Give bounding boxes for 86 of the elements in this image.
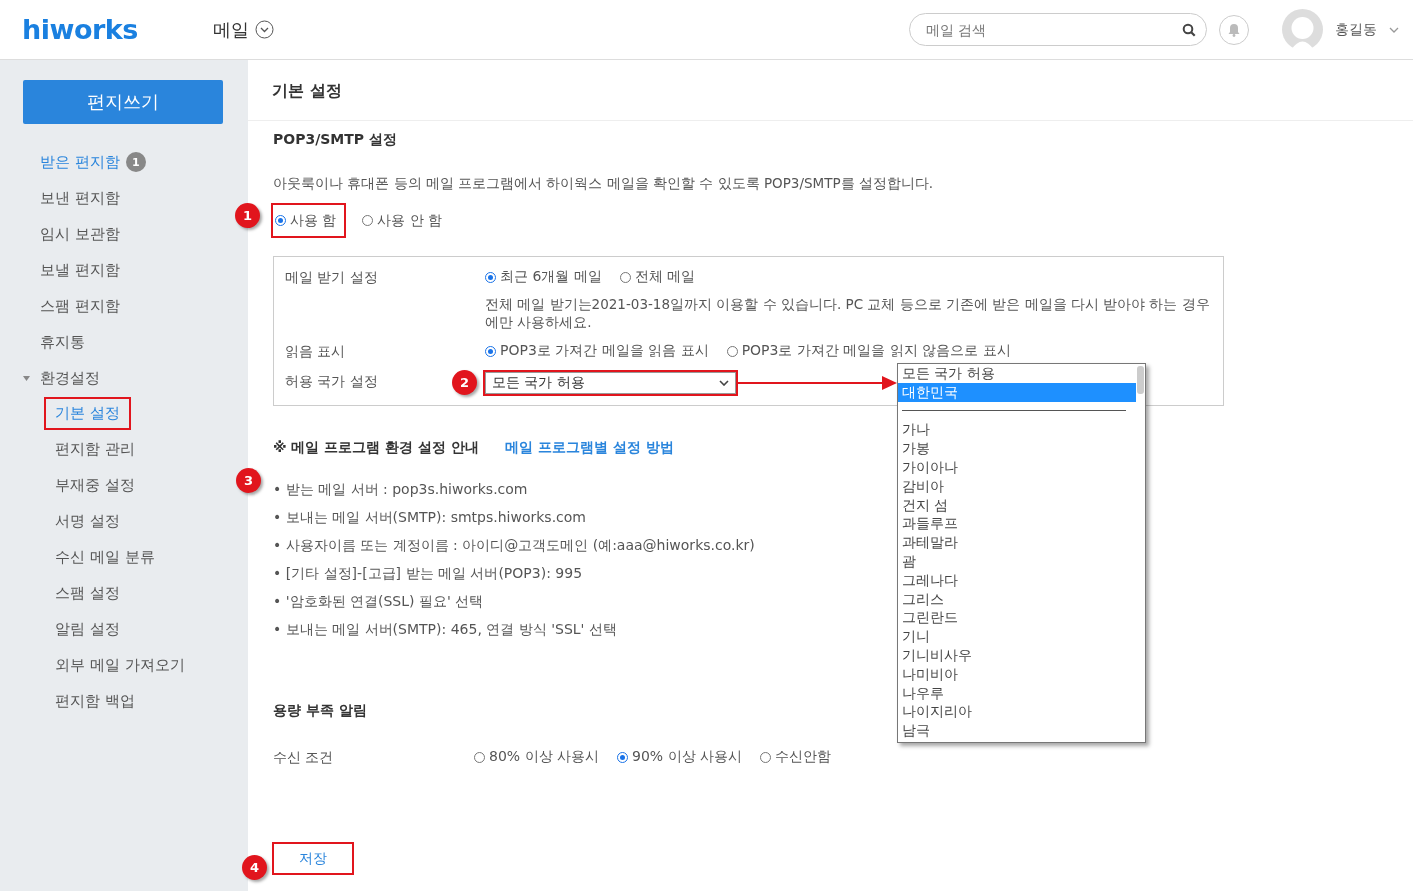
- chevron-down-icon[interactable]: [1389, 26, 1399, 33]
- callout-number: 1: [235, 203, 260, 228]
- dropdown-option[interactable]: 과테말라: [898, 533, 1136, 552]
- dropdown-option[interactable]: 가나: [898, 420, 1136, 440]
- caret-icon[interactable]: [23, 375, 30, 381]
- callout-number: 2: [452, 370, 477, 395]
- unread-count-badge: 1: [125, 152, 146, 172]
- radio-label: 90% 이상 사용시: [632, 748, 743, 766]
- dropdown-option[interactable]: 나이지리아: [898, 702, 1136, 722]
- bell-icon: [1228, 22, 1240, 37]
- dropdown-option[interactable]: 나우루: [898, 683, 1136, 703]
- dropdown-option[interactable]: 괌: [898, 551, 1136, 571]
- page-title: 기본 설정: [272, 81, 342, 102]
- save-button[interactable]: 저장: [273, 843, 353, 874]
- radio-label: 최근 6개월 메일: [500, 268, 602, 286]
- dropdown-option[interactable]: 감비아: [898, 476, 1136, 496]
- sidebar-item[interactable]: 환경설정: [40, 360, 100, 396]
- setting-label: 읽음 표시: [285, 342, 346, 361]
- setup-guide-link[interactable]: 메일 프로그램별 설정 방법: [505, 439, 674, 457]
- callout-number: 4: [242, 855, 267, 880]
- guide-item: • '암호화된 연결(SSL) 필요' 선택: [273, 593, 484, 611]
- user-name[interactable]: 홍길동: [1335, 20, 1377, 39]
- setting-label: 수신 조건: [273, 748, 334, 767]
- sidebar-item[interactable]: 수신 메일 분류: [46, 543, 164, 572]
- sidebar-item[interactable]: 부재중 설정: [46, 471, 144, 500]
- radio-button[interactable]: [760, 751, 772, 763]
- callout-number: 3: [236, 468, 261, 493]
- chevron-down-icon: [719, 380, 729, 386]
- setting-label: 허용 국가 설정: [285, 372, 378, 391]
- radio-button[interactable]: [726, 345, 738, 357]
- compose-button[interactable]: 편지쓰기: [23, 80, 223, 124]
- dropdown-option[interactable]: 기니비사우: [898, 645, 1136, 665]
- sidebar-item[interactable]: 외부 메일 가져오기: [46, 651, 194, 680]
- sidebar-item[interactable]: 보낼 편지함: [40, 252, 120, 288]
- guide-item: • 보내는 메일 서버(SMTP): 465, 연결 방식 'SSL' 선택: [273, 621, 617, 639]
- dropdown-option[interactable]: 그린란드: [898, 608, 1136, 628]
- section-heading: POP3/SMTP 설정: [273, 131, 397, 149]
- sidebar-item[interactable]: 편지함 관리: [46, 435, 144, 464]
- section-description: 아웃룩이나 휴대폰 등의 메일 프로그램에서 하이웍스 메일을 확인할 수 있도록 POP3/SMTP를 설정합니다.: [273, 175, 935, 193]
- radio-button[interactable]: [275, 215, 286, 226]
- radio-label: 80% 이상 사용시: [489, 748, 600, 766]
- guide-title: ※ 메일 프로그램 환경 설정 안내: [273, 439, 479, 457]
- dropdown-option[interactable]: 건지 섬: [898, 495, 1136, 515]
- section-heading: 용량 부족 알림: [273, 702, 367, 720]
- radio-label: POP3로 가져간 메일을 읽음 표시: [500, 342, 709, 360]
- radio-label: 사용 안 함: [377, 211, 443, 230]
- radio-button[interactable]: [617, 751, 629, 763]
- sidebar-item[interactable]: 휴지통: [40, 324, 85, 360]
- dropdown-option[interactable]: 그리스: [898, 589, 1136, 609]
- setting-note: 전체 메일 받기는2021-03-18일까지 이용할 수 있습니다. PC 교체 등으로 기존에 받은 메일을 다시 받아야 하는 경우에만 사용하세요.: [485, 295, 1211, 331]
- radio-label: POP3로 가져간 메일을 읽지 않음으로 표시: [741, 342, 1011, 360]
- guide-item: • 받는 메일 서버 : pop3s.hiworks.com: [273, 481, 528, 499]
- sidebar-item[interactable]: 서명 설정: [46, 507, 129, 536]
- sidebar-item[interactable]: 보낸 편지함: [40, 180, 120, 216]
- dropdown-option[interactable]: 모든 국가 허용: [898, 364, 1136, 383]
- radio-button[interactable]: [619, 271, 631, 283]
- dropdown-option[interactable]: 그레나다: [898, 570, 1136, 590]
- country-select[interactable]: 모든 국가 허용: [485, 372, 736, 394]
- radio-button[interactable]: [485, 271, 496, 283]
- dropdown-option[interactable]: 가이아나: [898, 458, 1136, 477]
- radio-label: 사용 함: [290, 211, 337, 230]
- radio-button[interactable]: [485, 345, 496, 357]
- search-icon[interactable]: [1182, 23, 1196, 37]
- setting-label: 메일 받기 설정: [285, 268, 378, 287]
- radio-label: 전체 메일: [634, 268, 696, 286]
- dropdown-option[interactable]: 남극: [898, 721, 1136, 740]
- dropdown-option[interactable]: 기니: [898, 627, 1136, 646]
- dropdown-option[interactable]: 과들루프: [898, 514, 1136, 534]
- radio-label: 수신안함: [775, 748, 832, 766]
- logo[interactable]: hiworks: [22, 14, 213, 45]
- guide-item: • 사용자이름 또는 계정이름 : 아이디@고객도메인 (예:aaa@hiworks.co.kr): [273, 537, 755, 555]
- sidebar-item[interactable]: 스팸 편지함: [40, 288, 120, 324]
- dropdown-option[interactable]: 나미비아: [898, 664, 1136, 684]
- sidebar-item[interactable]: 스팸 설정: [46, 579, 129, 608]
- sidebar-item[interactable]: 알림 설정: [46, 615, 129, 644]
- chevron-down-icon[interactable]: [255, 20, 274, 39]
- sidebar-item[interactable]: 임시 보관함: [40, 216, 120, 252]
- radio-button[interactable]: [362, 215, 374, 226]
- guide-item: • 보내는 메일 서버(SMTP): smtps.hiworks.com: [273, 509, 586, 527]
- app-menu[interactable]: 메일: [213, 17, 249, 42]
- scrollbar-thumb[interactable]: [1137, 366, 1144, 394]
- sidebar-item[interactable]: 편지함 백업: [46, 687, 144, 716]
- dropdown-option[interactable]: 가봉: [898, 439, 1136, 458]
- search-field[interactable]: 메일 검색: [909, 13, 1207, 46]
- guide-item: • [기타 설정]-[고급] 받는 메일 서버(POP3): 995: [273, 565, 583, 583]
- radio-button[interactable]: [474, 751, 485, 763]
